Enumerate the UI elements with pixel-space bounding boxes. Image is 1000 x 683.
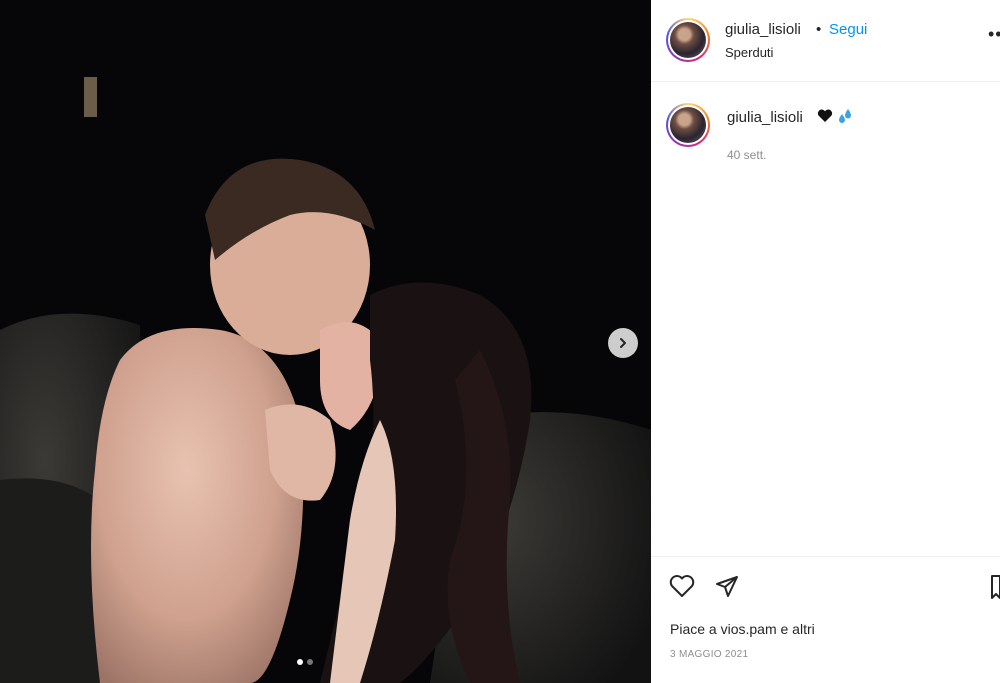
- post-header: giulia_lisioli • Segui Sperduti •••: [651, 0, 1000, 82]
- bookmark-icon: [991, 575, 1000, 599]
- caption-avatar[interactable]: [666, 103, 710, 147]
- sweat-droplets-icon: [839, 109, 851, 123]
- caption-timestamp: 40 sett.: [727, 148, 767, 162]
- location-link[interactable]: Sperduti: [725, 45, 773, 60]
- post-date: 3 MAGGIO 2021: [670, 649, 749, 660]
- post-side-panel: giulia_lisioli • Segui Sperduti ••• giul…: [651, 0, 1000, 683]
- separator-dot: •: [816, 21, 822, 38]
- action-bar: [669, 574, 739, 598]
- carousel-indicator: [297, 659, 313, 665]
- share-button[interactable]: [715, 574, 739, 598]
- author-username[interactable]: giulia_lisioli: [725, 21, 801, 38]
- post-footer: Piace a vios.pam e altri 3 MAGGIO 2021: [651, 556, 1000, 683]
- post-photo: [0, 0, 651, 683]
- more-options-icon[interactable]: •••: [988, 24, 1000, 45]
- avatar[interactable]: [666, 18, 710, 62]
- next-slide-button[interactable]: [608, 328, 638, 358]
- carousel-dot-active: [297, 659, 303, 665]
- caption-username[interactable]: giulia_lisioli: [727, 109, 803, 126]
- heart-icon: [669, 575, 695, 597]
- send-icon: [716, 576, 738, 597]
- chevron-right-icon: [620, 338, 626, 348]
- likes-summary[interactable]: Piace a vios.pam e altri: [670, 621, 815, 637]
- black-heart-icon: [817, 109, 833, 122]
- like-button[interactable]: [669, 574, 695, 598]
- follow-button[interactable]: Segui: [829, 21, 867, 38]
- save-button[interactable]: [991, 574, 1000, 600]
- carousel-dot: [307, 659, 313, 665]
- post-media[interactable]: [0, 0, 651, 683]
- caption-emojis: [817, 108, 853, 124]
